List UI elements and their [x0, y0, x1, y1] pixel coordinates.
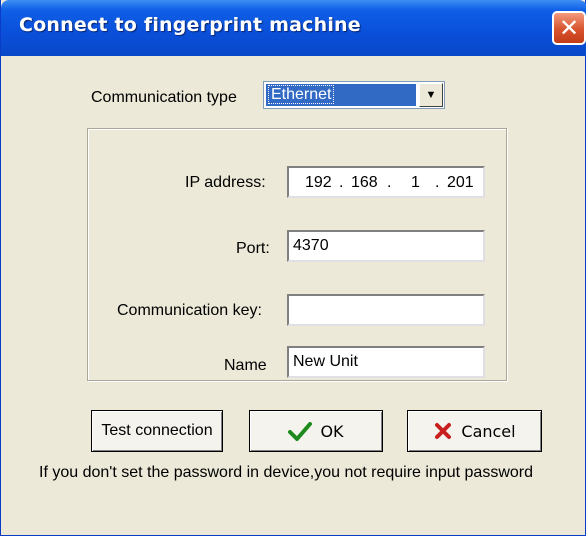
test-connection-button[interactable]: Test connection: [91, 410, 223, 452]
test-connection-label: Test connection: [101, 422, 213, 439]
port-input[interactable]: 4370: [287, 230, 485, 262]
ip-separator: .: [435, 174, 440, 191]
comm-type-select[interactable]: Ethernet ▼: [263, 81, 445, 109]
ip-address-label: IP address:: [185, 174, 266, 191]
ip-octet-1[interactable]: 192: [305, 174, 332, 192]
ip-octet-4[interactable]: 201: [447, 174, 474, 192]
password-hint-text: If you don't set the password in device,…: [39, 464, 534, 481]
cancel-button[interactable]: Cancel: [407, 410, 542, 452]
ok-label: OK: [320, 421, 344, 441]
chevron-down-icon[interactable]: ▼: [419, 83, 443, 107]
communication-key-label: Communication key:: [117, 302, 262, 319]
ok-button[interactable]: OK: [249, 410, 383, 452]
comm-type-selected-value: Ethernet: [266, 84, 416, 106]
window-title: Connect to fingerprint machine: [19, 14, 361, 36]
ip-octet-2[interactable]: 168: [351, 174, 378, 192]
communication-key-input[interactable]: [287, 294, 485, 326]
check-icon: [288, 422, 313, 441]
ip-address-input[interactable]: 192 . 168 . 1 . 201: [287, 166, 485, 198]
ip-separator: .: [387, 174, 392, 191]
close-button[interactable]: ✕: [552, 11, 586, 45]
port-label: Port:: [236, 240, 270, 257]
name-label: Name: [224, 357, 267, 374]
ip-separator: .: [339, 174, 344, 191]
dialog-window: Connect to fingerprint machine ✕ Communi…: [0, 0, 586, 536]
x-icon: [435, 423, 452, 439]
ip-octet-3[interactable]: 1: [411, 174, 420, 192]
close-icon: ✕: [558, 14, 580, 42]
cancel-label: Cancel: [461, 421, 516, 441]
title-bar[interactable]: Connect to fingerprint machine ✕: [1, 0, 586, 56]
name-input[interactable]: New Unit: [287, 346, 485, 378]
comm-type-label: Communication type: [91, 89, 237, 106]
